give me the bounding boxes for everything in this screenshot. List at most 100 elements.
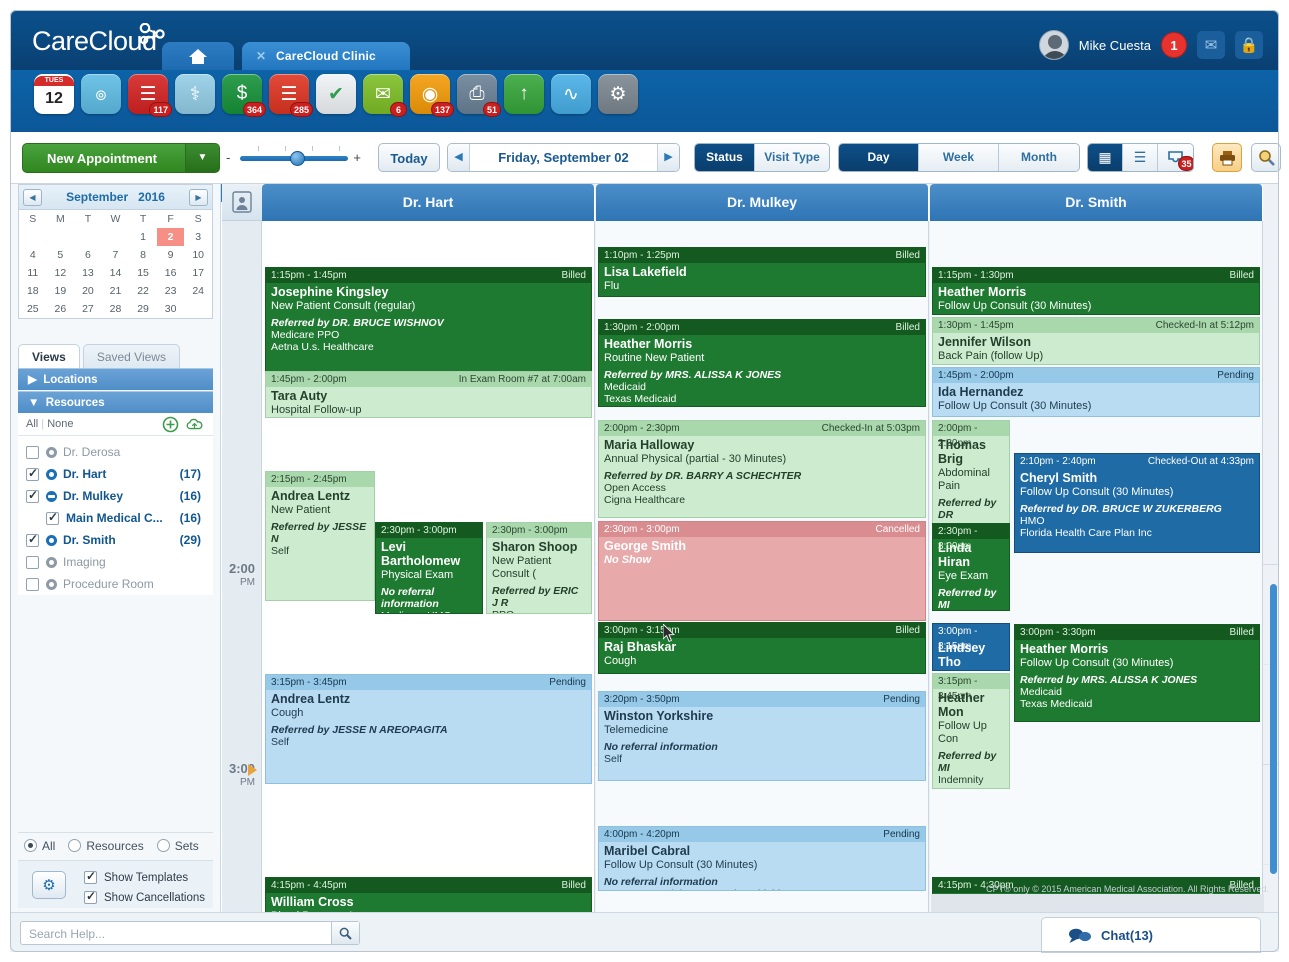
calendar-day-cell[interactable]: 10 xyxy=(184,246,212,264)
appointment-block[interactable]: 2:30pm - 3:00pmLevi BartholomewPhysical … xyxy=(375,522,483,614)
tab-saved-views[interactable]: Saved Views xyxy=(83,344,180,368)
calendar-day-cell[interactable]: 8 xyxy=(129,246,157,264)
show-templates-checkbox[interactable] xyxy=(84,871,97,884)
calendar-day-cell[interactable]: 1 xyxy=(129,228,157,246)
column-header-dr-mulkey[interactable]: Dr. Mulkey xyxy=(596,184,929,221)
calendar-day-cell[interactable]: 7 xyxy=(102,246,130,264)
appointment-block[interactable]: 2:15pm - 2:45pmAndrea LentzNew PatientRe… xyxy=(265,471,375,601)
resource-checkbox[interactable] xyxy=(46,512,59,525)
resource-row[interactable]: Imaging xyxy=(18,551,213,573)
calendar-day-cell[interactable]: 21 xyxy=(102,282,130,300)
new-appointment-dropdown[interactable]: ▼ xyxy=(185,144,219,172)
section-locations[interactable]: ▶ Locations xyxy=(18,368,213,390)
clinical-icon[interactable]: ⚕ xyxy=(175,74,215,114)
calendar-day-cell[interactable]: 16 xyxy=(157,264,185,282)
appointment-block[interactable]: 1:30pm - 1:45pmChecked-In at 5:12pmJenni… xyxy=(932,317,1260,365)
settings-icon[interactable]: ⚙ xyxy=(598,74,638,114)
appointment-block[interactable]: 2:30pm - 3:00pmLinda HiranEye ExamReferr… xyxy=(932,523,1010,611)
calendar-day-cell[interactable]: 14 xyxy=(102,264,130,282)
appointment-block[interactable]: 2:30pm - 3:00pmSharon ShoopNew Patient C… xyxy=(486,522,592,614)
resource-row[interactable]: Dr. Derosa xyxy=(18,441,213,463)
select-none-link[interactable]: None xyxy=(47,418,73,430)
calendar-day-cell[interactable]: 12 xyxy=(47,264,75,282)
resource-expand-icon[interactable] xyxy=(46,535,57,546)
magnifier-icon[interactable] xyxy=(1251,143,1281,172)
plus-circle-icon[interactable] xyxy=(162,416,179,433)
appointment-block[interactable]: 2:30pm - 3:00pmCancelledGeorge SmithNo S… xyxy=(598,521,926,621)
resource-row[interactable]: Procedure Room xyxy=(18,573,213,595)
resource-expand-icon[interactable] xyxy=(46,557,57,568)
resource-expand-icon[interactable] xyxy=(46,579,57,590)
zoom-out-button[interactable]: - xyxy=(226,150,230,165)
calendar-day-cell[interactable]: 2 xyxy=(157,228,185,246)
list-view-icon[interactable]: ☰ xyxy=(1123,144,1158,171)
billing-icon[interactable]: $364 xyxy=(222,74,262,114)
calendar-day-cell[interactable]: 17 xyxy=(184,264,212,282)
schedule-grid[interactable]: 2:00PM3:00PM4:00PM Dr. HartDr. MulkeyDr.… xyxy=(222,184,1279,912)
calendar-day-cell[interactable]: 23 xyxy=(157,282,185,300)
zoom-in-button[interactable]: + xyxy=(353,150,361,165)
appointment-block[interactable]: 2:00pm - 2:30pmChecked-In at 5:03pmMaria… xyxy=(598,420,926,518)
analytics-icon[interactable]: ∿ xyxy=(551,74,591,114)
toggle-visit-type[interactable]: Visit Type xyxy=(755,144,829,171)
vertical-scrollbar[interactable] xyxy=(1270,584,1277,874)
calendar-icon[interactable]: TUES12 xyxy=(34,74,74,114)
calendar-day-cell[interactable]: 20 xyxy=(74,282,102,300)
calendar-day-cell[interactable]: 18 xyxy=(19,282,47,300)
new-appointment-button[interactable]: New Appointment ▼ xyxy=(22,143,220,173)
claims-icon[interactable]: ☰285 xyxy=(269,74,309,114)
calendar-day-cell[interactable]: 24 xyxy=(184,282,212,300)
zoom-knob[interactable] xyxy=(290,151,305,166)
toggle-status[interactable]: Status xyxy=(695,144,755,171)
appointment-block[interactable]: 1:45pm - 2:00pmPendingIda HernandezFollo… xyxy=(932,367,1260,417)
appointment-block[interactable]: 3:20pm - 3:50pmPendingWinston YorkshireT… xyxy=(598,691,926,781)
tasks-check-icon[interactable]: ✔ xyxy=(316,74,356,114)
resource-checkbox[interactable] xyxy=(26,578,39,591)
close-icon[interactable]: ✕ xyxy=(256,42,266,70)
messages-icon[interactable]: ✉6 xyxy=(363,74,403,114)
calendar-day-cell[interactable]: 26 xyxy=(47,300,75,318)
avatar[interactable] xyxy=(1039,30,1069,60)
appointment-block[interactable]: 4:00pm - 4:20pmPendingMaribel CabralFoll… xyxy=(598,826,926,891)
show-cancellations-row[interactable]: Show Cancellations xyxy=(84,891,205,904)
resource-checkbox[interactable] xyxy=(26,556,39,569)
calendar-day-cell[interactable]: 4 xyxy=(19,246,47,264)
appointment-block[interactable]: 3:15pm - 3:45pmPendingAndrea LentzCoughR… xyxy=(265,674,592,784)
calendar-day-cell[interactable]: 27 xyxy=(74,300,102,318)
resource-expand-icon[interactable] xyxy=(46,491,57,502)
notification-badge[interactable]: 1 xyxy=(1161,32,1187,58)
column-header-dr-smith[interactable]: Dr. Smith xyxy=(930,184,1263,221)
resource-row[interactable]: Dr. Mulkey(16) xyxy=(18,485,213,507)
help-search-input[interactable]: Search Help... xyxy=(20,921,360,945)
next-day-button[interactable]: ▶ xyxy=(657,144,679,171)
resource-row[interactable]: Dr. Smith(29) xyxy=(18,529,213,551)
appointment-block[interactable]: 3:15pm - 3:45pmHeather MonFollow Up ConR… xyxy=(932,673,1010,789)
select-all-link[interactable]: All xyxy=(26,418,38,430)
column-header-dr-hart[interactable]: Dr. Hart xyxy=(262,184,595,221)
help-search-button[interactable] xyxy=(331,922,359,944)
today-button[interactable]: Today xyxy=(378,143,440,172)
resource-expand-icon[interactable] xyxy=(46,447,57,458)
resource-expand-icon[interactable] xyxy=(46,469,57,480)
clinic-tab[interactable]: ✕ CareCloud Clinic xyxy=(242,42,410,70)
resource-checkbox[interactable] xyxy=(26,534,39,547)
filter-radio[interactable] xyxy=(157,839,170,852)
inbox-view-icon[interactable]: 35 xyxy=(1158,144,1193,171)
appointment-block[interactable]: 1:30pm - 2:00pmBilledHeather MorrisRouti… xyxy=(598,319,926,407)
chat-widget[interactable]: Chat(13) xyxy=(1041,917,1261,953)
charts-icon[interactable]: ☰117 xyxy=(128,74,168,114)
prev-day-button[interactable]: ◀ xyxy=(448,144,470,171)
appointment-block[interactable]: 1:45pm - 2:00pmIn Exam Room #7 at 7:00am… xyxy=(265,371,592,418)
resource-row[interactable]: Dr. Hart(17) xyxy=(18,463,213,485)
calendar-day-cell[interactable]: 6 xyxy=(74,246,102,264)
toggle-week[interactable]: Week xyxy=(919,144,999,171)
appointment-block[interactable]: 4:15pm - 4:45pmBilledWilliam CrossBlood … xyxy=(265,877,592,912)
patients-icon[interactable]: ๏ xyxy=(81,74,121,114)
printer-icon[interactable] xyxy=(1212,143,1242,172)
current-date-label[interactable]: Friday, September 02 xyxy=(472,144,655,171)
calendar-day-cell[interactable]: 19 xyxy=(47,282,75,300)
tab-views[interactable]: Views xyxy=(18,344,80,368)
gear-icon[interactable]: ⚙ xyxy=(32,871,66,899)
calendar-day-cell[interactable]: 25 xyxy=(19,300,47,318)
calendar-day-cell[interactable]: 28 xyxy=(102,300,130,318)
